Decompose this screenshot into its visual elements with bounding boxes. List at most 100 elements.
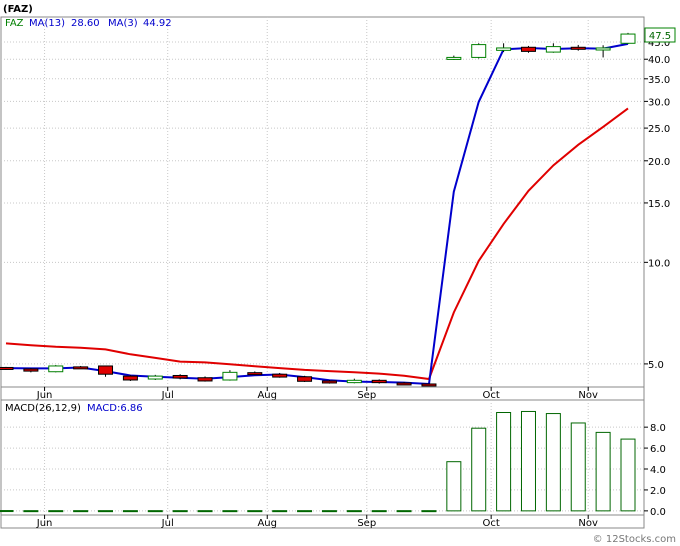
candle [147, 374, 163, 380]
macd-bar [446, 461, 462, 512]
stock-chart-svg: 5.010.015.020.025.030.035.040.045.0 Jun J… [0, 4, 676, 545]
candle-body-down [197, 377, 213, 382]
candle-body-up [496, 47, 512, 51]
macd-x-tick-label: Oct [483, 518, 500, 529]
macd-bar [222, 510, 238, 513]
macd-bar [371, 510, 387, 513]
macd-y-axis: 0.0 2.0 4.0 6.0 8.0 [644, 423, 666, 518]
candle-body-down [396, 382, 412, 386]
candle [520, 45, 536, 53]
candle-body-down [272, 373, 288, 378]
price-y-tick-label: 20.0 [648, 157, 670, 168]
candle-body-up [48, 365, 64, 373]
macd-bar [73, 510, 89, 513]
macd-x-axis-band [0, 514, 645, 529]
price-y-tick-label: 40.0 [648, 55, 670, 66]
price-y-tick-label: 15.0 [648, 199, 670, 210]
candle [620, 32, 636, 44]
macd-y-tick-label: 8.0 [650, 423, 666, 434]
price-panel [0, 16, 645, 388]
macd-bar [570, 422, 586, 512]
macd-bar [23, 510, 39, 513]
price-y-tick-label: 30.0 [648, 97, 670, 108]
candle-body-down [297, 376, 313, 382]
watermark: © 12Stocks.com [593, 534, 676, 545]
macd-y-tick-label: 6.0 [650, 444, 666, 455]
candle-body-up [147, 375, 163, 380]
legend-ma-short-value: 44.92 [143, 18, 172, 29]
candle-body-down [122, 375, 138, 381]
price-x-axis-band [0, 386, 645, 401]
candle [0, 366, 14, 370]
macd-bar [595, 431, 611, 512]
price-y-tick-label: 25.0 [648, 124, 670, 135]
candle-body-down [73, 366, 89, 370]
price-x-tick-label: Jun [36, 390, 53, 401]
macd-x-tick-label: Jun [36, 518, 53, 529]
macd-bar [620, 438, 636, 512]
price-x-tick-label: Sep [357, 390, 376, 401]
candle-body-down [371, 379, 387, 384]
price-x-tick-label: Jul [161, 390, 174, 401]
price-x-tick-label: Oct [483, 390, 500, 401]
macd-legend-label: MACD(26,12,9) [5, 403, 81, 414]
price-y-tick-label: 10.0 [648, 258, 670, 269]
macd-bar [272, 510, 288, 513]
macd-x-tick-label: Sep [357, 518, 376, 529]
macd-x-tick-label: Nov [578, 518, 598, 529]
legend-ma-long-value: 28.60 [71, 18, 100, 29]
candle [471, 43, 487, 59]
candle-body-up [595, 47, 611, 51]
candle-body-down [421, 383, 437, 387]
macd-bar [48, 510, 64, 513]
candle-body-up [620, 33, 636, 44]
candle [421, 383, 437, 387]
candle [371, 379, 387, 384]
macd-bar [0, 510, 14, 513]
candle-body-down [520, 46, 536, 52]
price-y-tick-label: 5.0 [648, 360, 664, 371]
macd-bar [197, 510, 213, 513]
macd-bar [122, 510, 138, 513]
macd-bar [396, 510, 412, 513]
candle-body-down [0, 366, 14, 370]
candle [122, 375, 138, 381]
macd-bar [545, 413, 561, 512]
macd-bar [421, 510, 437, 513]
macd-x-tick-label: Jul [161, 518, 174, 529]
last-price-label: 47.5 [649, 31, 671, 42]
macd-bar [98, 510, 114, 513]
candle-body-up [471, 44, 487, 58]
candle-body-down [321, 380, 337, 384]
macd-x-tick-label: Aug [257, 518, 277, 529]
macd-y-tick-label: 2.0 [650, 486, 666, 497]
candle-body-down [98, 365, 114, 375]
candle-body-down [172, 374, 188, 379]
macd-bar [247, 510, 263, 513]
candle [297, 375, 313, 382]
macd-bar [321, 510, 337, 513]
chart-root: 5.0 10.0 15.0 20.0 25.0 30.0 35.0 40.0 45.0 Jun J… [0, 0, 680, 546]
price-y-axis: 5.010.015.020.025.030.035.040.045.0 [644, 38, 670, 371]
candle [321, 379, 337, 384]
legend-symbol: FAZ [5, 18, 24, 29]
macd-bar [496, 412, 512, 512]
candle [48, 365, 64, 373]
candle-body-down [247, 372, 263, 376]
price-x-tick-label: Nov [578, 390, 598, 401]
candle-body-up [346, 379, 362, 384]
candle-body-down [570, 46, 586, 50]
chart-title: (FAZ) [3, 4, 33, 15]
candle-body-down [23, 368, 39, 372]
price-x-tick-label: Aug [257, 390, 277, 401]
legend-ma-short-label: MA(3) [108, 18, 138, 29]
candle [73, 365, 89, 370]
price-y-tick-label: 35.0 [648, 75, 670, 86]
candle-body-up [222, 371, 238, 381]
macd-bar [147, 510, 163, 513]
macd-y-tick-label: 4.0 [650, 465, 666, 476]
macd-bar [172, 510, 188, 513]
macd-legend-value: MACD:6.86 [87, 403, 143, 414]
macd-bar [471, 427, 487, 512]
macd-y-tick-label: 0.0 [650, 507, 666, 518]
